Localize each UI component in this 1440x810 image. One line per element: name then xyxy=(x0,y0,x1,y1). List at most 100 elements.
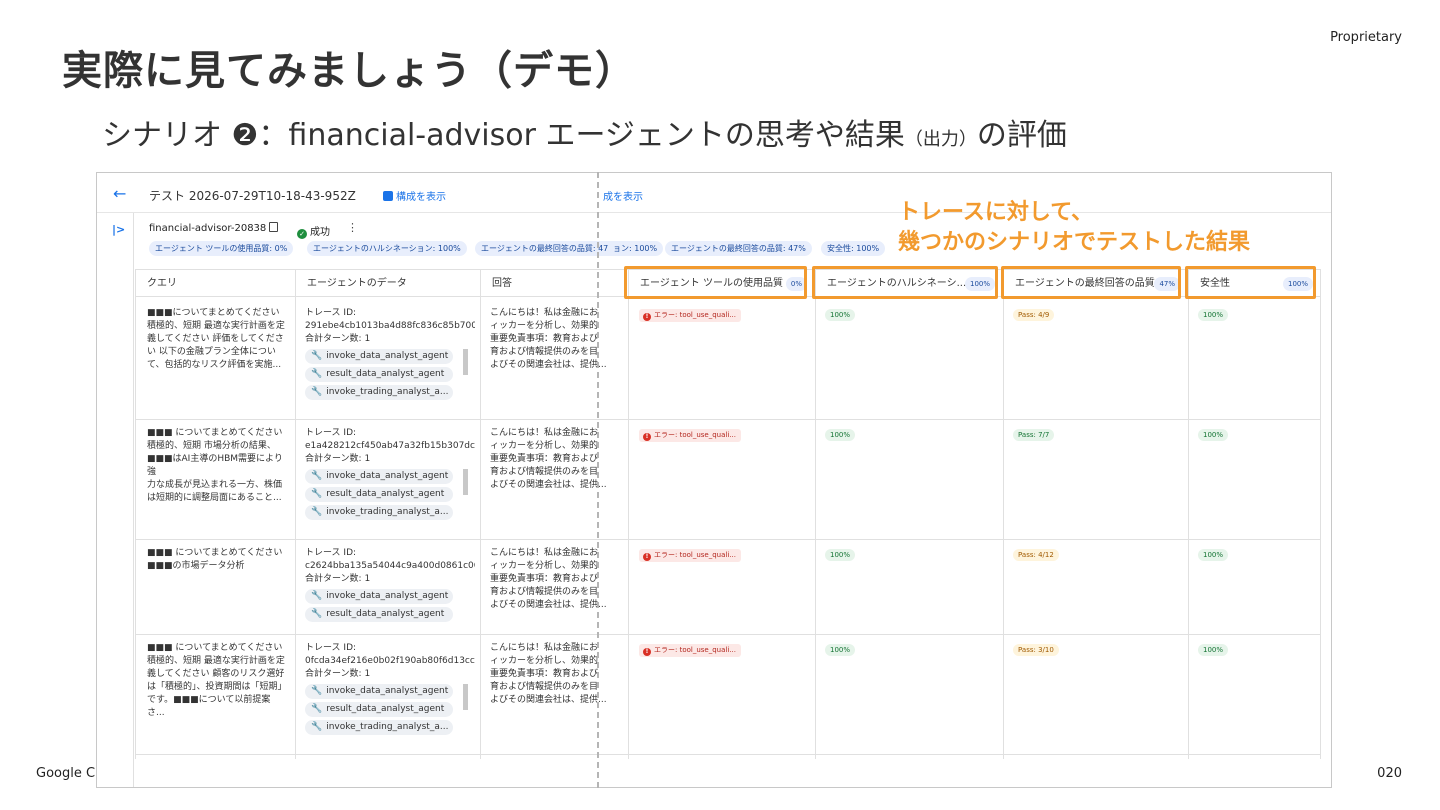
wrench-icon: 🔧 xyxy=(311,609,323,619)
subtitle-small: （出力） xyxy=(904,129,977,150)
cell-scrollbar[interactable] xyxy=(463,469,468,495)
config-icon xyxy=(383,191,393,201)
footer-label: Google C xyxy=(36,766,96,781)
tool-chip[interactable]: 🔧 result_data_analyst_agent xyxy=(305,702,453,717)
answer-line: ィッカーを分析し、効果的 xyxy=(490,321,599,331)
tool-chip[interactable]: 🔧 invoke_trading_analyst_a... xyxy=(305,385,453,400)
trace-id[interactable]: e1a428212cf450ab47a32fb15b307dcb xyxy=(305,440,475,453)
tool-quality-error-text: エラー: tool_use_quali... xyxy=(654,431,736,439)
tool-chip[interactable]: 🔧 invoke_trading_analyst_a... xyxy=(305,720,453,735)
show-config-link-overlay[interactable]: 成を表示 xyxy=(603,188,643,203)
subtitle-tail: の評価 xyxy=(976,118,1067,153)
answer-line: よびその関連会社は、提供... xyxy=(490,360,607,370)
dashed-divider xyxy=(597,172,599,788)
metric-chip[interactable]: ョン: 100% xyxy=(607,241,664,256)
query-line: 積極的、短期 市場分析の結果、 xyxy=(147,441,276,451)
turn-count: 合計ターン数: 1 xyxy=(305,669,371,679)
row-divider xyxy=(135,539,1321,540)
safety-badge: 100% xyxy=(1198,309,1229,321)
metric-chip[interactable]: エージェントの最終回答の品質: 47% xyxy=(665,241,812,256)
query-line: い 以下の金融プラン全体につい xyxy=(147,347,276,357)
query-line: 積極的、短期 最適な実行計画を定 xyxy=(147,656,285,666)
answer-line: よびその関連会社は、提供... xyxy=(490,695,607,705)
column-divider xyxy=(135,269,136,759)
metric-chip[interactable]: 安全性: 100% xyxy=(821,241,886,256)
run-name: financial-advisor-20838 xyxy=(149,223,267,234)
safety-badge: 100% xyxy=(1198,429,1229,441)
tool-chip[interactable]: 🔧 result_data_analyst_agent xyxy=(305,607,453,622)
answer-line: ィッカーを分析し、効果的 xyxy=(490,441,599,451)
query-line: は短期的に調整局面にあること... xyxy=(147,493,282,503)
turn-count: 合計ターン数: 1 xyxy=(305,574,371,584)
metric-chip[interactable]: エージェント ツールの使用品質: 0% xyxy=(149,241,294,256)
trace-label: トレース ID: xyxy=(305,548,357,558)
column-header-answer[interactable]: 回答 xyxy=(480,269,628,297)
query-line: です。■■■について以前提案さ... xyxy=(147,695,271,718)
proprietary-label: Proprietary xyxy=(1330,30,1402,45)
metric-chip[interactable]: エージェントのハルシネーション: 100% xyxy=(307,241,467,256)
query-line: ■■■の市場データ分析 xyxy=(147,561,245,571)
tool-name: invoke_trading_analyst_a... xyxy=(326,507,449,517)
run-status: ✓ 成功 xyxy=(297,223,330,239)
results-table: クエリ エージェントのデータ 回答 エージェント ツールの使用品質 0% エージェ… xyxy=(135,269,1321,787)
cell-scrollbar[interactable] xyxy=(463,684,468,710)
answer-line: ィッカーを分析し、効果的 xyxy=(490,656,599,666)
answer-line: こんにちは！私は金融にお xyxy=(490,643,599,653)
tool-name: invoke_data_analyst_agent xyxy=(326,471,449,481)
query-line: 義してください 顧客のリスク選好 xyxy=(147,669,285,679)
hallucination-badge: 100% xyxy=(825,309,856,321)
query-cell: ■■■ についてまとめてください 積極的、短期 市場分析の結果、 ■■■はAI主… xyxy=(147,427,287,505)
answer-line: 育および情報提供のみを目 xyxy=(490,587,599,597)
query-line: 義してください 評価をしてくださ xyxy=(147,334,284,344)
tool-chip[interactable]: 🔧 invoke_data_analyst_agent xyxy=(305,469,453,484)
error-icon: ! xyxy=(643,648,651,656)
show-config-link[interactable]: 構成を表示 xyxy=(383,188,446,203)
query-cell: ■■■ についてまとめてください 積極的、短期 最適な実行計画を定 義してくださ… xyxy=(147,642,287,720)
slide-title: 実際に見てみましょう（デモ） xyxy=(62,48,636,94)
tool-quality-error-text: エラー: tool_use_quali... xyxy=(654,646,736,654)
column-header-agent-data[interactable]: エージェントのデータ xyxy=(295,269,480,297)
query-cell: ■■■ についてまとめてください ■■■の市場データ分析 xyxy=(147,547,287,573)
query-line: ■■■はAI主導のHBM需要により強 xyxy=(147,454,283,477)
trace-label: トレース ID: xyxy=(305,428,357,438)
run-status-label: 成功 xyxy=(310,227,330,238)
wrench-icon: 🔧 xyxy=(311,471,323,481)
arrow-left-icon[interactable]: ← xyxy=(113,184,126,203)
trace-id[interactable]: 0fcda34ef216e0b02f190ab80f6d13cc xyxy=(305,655,475,668)
trace-id[interactable]: c2624bba135a54044c9a400d0861c063 xyxy=(305,560,475,573)
answer-cell: こんにちは！私は金融にお ィッカーを分析し、効果的 重要免責事項：教育および 育… xyxy=(490,307,620,372)
final-quality-badge: Pass: 4/9 xyxy=(1013,309,1055,321)
query-line: ■■■ についてまとめてください xyxy=(147,548,283,558)
tool-quality-error-badge[interactable]: ! エラー: tool_use_quali... xyxy=(639,644,741,657)
tool-name: result_data_analyst_agent xyxy=(326,489,445,499)
tool-chip[interactable]: 🔧 invoke_trading_analyst_a... xyxy=(305,505,453,520)
tool-chip[interactable]: 🔧 invoke_data_analyst_agent xyxy=(305,589,453,604)
cell-scrollbar[interactable] xyxy=(463,349,468,375)
tool-quality-error-badge[interactable]: ! エラー: tool_use_quali... xyxy=(639,309,741,322)
column-header-query[interactable]: クエリ xyxy=(135,269,295,297)
tool-chip[interactable]: 🔧 invoke_data_analyst_agent xyxy=(305,684,453,699)
tool-chip[interactable]: 🔧 result_data_analyst_agent xyxy=(305,367,453,382)
tool-quality-error-badge[interactable]: ! エラー: tool_use_quali... xyxy=(639,429,741,442)
expand-panel-icon[interactable]: |> xyxy=(112,223,125,236)
show-config-label: 構成を表示 xyxy=(396,192,446,203)
query-line: は「積極的」、投資期間は「短期」 xyxy=(147,682,287,692)
wrench-icon: 🔧 xyxy=(311,387,323,397)
wrench-icon: 🔧 xyxy=(311,686,323,696)
metric-chip[interactable]: エージェントの最終回答の品質: 47% xyxy=(475,241,622,256)
annotation-line2: 幾つかのシナリオでテストした結果 xyxy=(898,230,1251,255)
wrench-icon: 🔧 xyxy=(311,591,323,601)
hallucination-badge: 100% xyxy=(825,429,856,441)
check-circle-icon: ✓ xyxy=(297,229,307,239)
tool-chip[interactable]: 🔧 invoke_data_analyst_agent xyxy=(305,349,453,364)
turn-count: 合計ターン数: 1 xyxy=(305,454,371,464)
tool-quality-error-badge[interactable]: ! エラー: tool_use_quali... xyxy=(639,549,741,562)
more-vert-icon[interactable]: ⋮ xyxy=(347,221,358,234)
trace-id[interactable]: 291ebe4cb1013ba4d88fc836c85b7002 xyxy=(305,320,475,333)
safety-badge: 100% xyxy=(1198,644,1229,656)
tool-chip[interactable]: 🔧 result_data_analyst_agent xyxy=(305,487,453,502)
tool-name: invoke_trading_analyst_a... xyxy=(326,387,449,397)
copy-icon[interactable] xyxy=(269,222,278,232)
turn-count: 合計ターン数: 1 xyxy=(305,334,371,344)
answer-line: 重要免責事項：教育および xyxy=(490,574,599,584)
